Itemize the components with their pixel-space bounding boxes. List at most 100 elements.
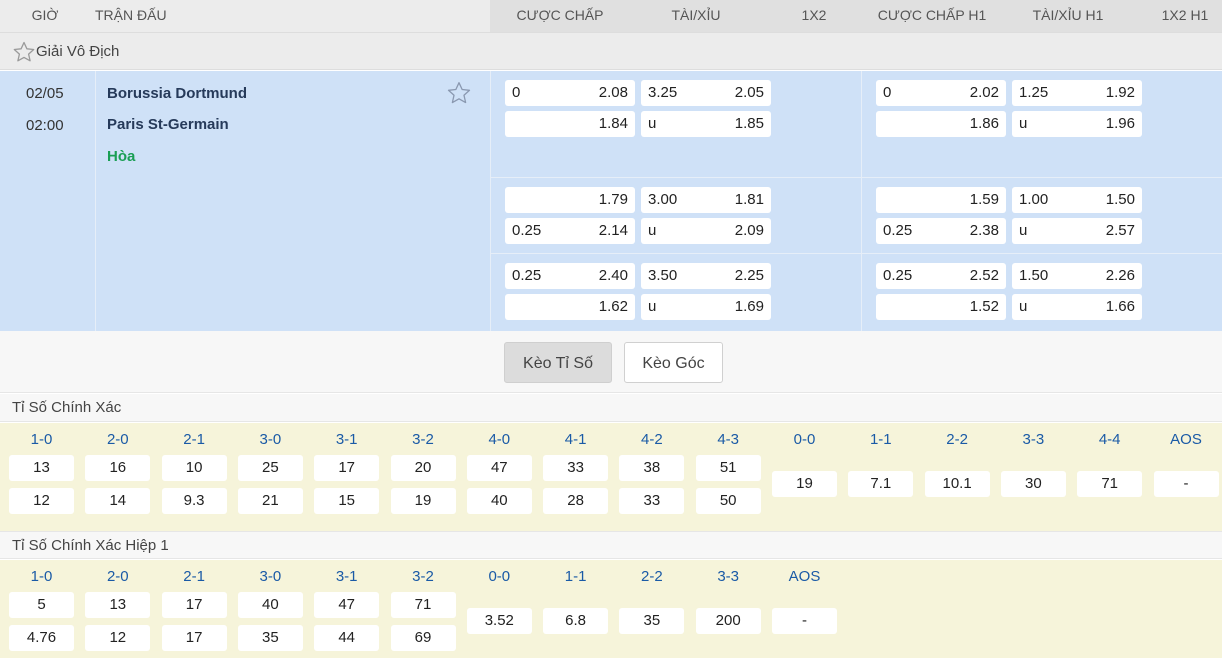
section-title: Tỉ Số Chính Xác bbox=[12, 399, 122, 416]
market-tabs: Kèo Tỉ Số Kèo Góc bbox=[0, 331, 1222, 393]
score-odds[interactable]: 44 bbox=[314, 625, 380, 651]
star-outline-icon[interactable] bbox=[446, 80, 472, 109]
score-label: 3-1 bbox=[335, 431, 358, 448]
league-row: Giải Vô Địch bbox=[0, 32, 1222, 70]
handicap-h1-odds[interactable]: 1.86 bbox=[876, 111, 1006, 137]
score-odds[interactable]: 50 bbox=[695, 488, 761, 514]
section-title: Tỉ Số Chính Xác Hiệp 1 bbox=[12, 537, 169, 554]
score-label: 4-2 bbox=[641, 431, 663, 448]
over-under-odds[interactable]: u 2.09 bbox=[641, 218, 771, 244]
score-odds[interactable]: 5 bbox=[9, 592, 74, 618]
score-odds[interactable]: 3.52 bbox=[466, 608, 532, 634]
over-under-h1-odds[interactable]: u 1.66 bbox=[1012, 294, 1142, 320]
over-under-h1-odds[interactable]: 1.25 1.92 bbox=[1012, 80, 1142, 106]
away-team[interactable]: Paris St-Germain bbox=[107, 116, 229, 133]
header-over-under-h1: TÀI/XỈU H1 bbox=[1032, 7, 1104, 23]
score-odds[interactable]: 33 bbox=[543, 455, 609, 481]
handicap-h1-odds[interactable]: 1.52 bbox=[876, 294, 1006, 320]
handicap-h1-odds[interactable]: 0.25 2.38 bbox=[876, 218, 1006, 244]
league-name[interactable]: Giải Vô Địch bbox=[36, 33, 119, 71]
score-odds[interactable]: 10.1 bbox=[924, 471, 990, 497]
handicap-odds[interactable]: 0.25 2.14 bbox=[505, 218, 635, 244]
score-odds[interactable]: 12 bbox=[9, 488, 74, 514]
score-odds[interactable]: 69 bbox=[390, 625, 456, 651]
score-odds[interactable]: 15 bbox=[314, 488, 380, 514]
score-odds[interactable]: 13 bbox=[9, 455, 74, 481]
score-label: 1-1 bbox=[869, 431, 892, 448]
tab-corners[interactable]: Kèo Góc bbox=[624, 342, 723, 383]
score-odds[interactable]: 17 bbox=[161, 625, 227, 651]
score-odds[interactable]: 19 bbox=[390, 488, 456, 514]
header-1x2: 1X2 bbox=[801, 7, 827, 23]
score-label: 2-1 bbox=[183, 568, 205, 585]
over-under-h1-odds[interactable]: u 2.57 bbox=[1012, 218, 1142, 244]
handicap-odds[interactable]: 0 2.08 bbox=[505, 80, 635, 106]
score-odds[interactable]: 71 bbox=[1077, 471, 1143, 497]
handicap-odds[interactable]: 0.25 2.40 bbox=[505, 263, 635, 289]
score-odds[interactable]: 16 bbox=[85, 455, 151, 481]
score-label: 2-1 bbox=[183, 431, 205, 448]
over-under-odds[interactable]: 3.25 2.05 bbox=[641, 80, 771, 106]
score-odds[interactable]: 17 bbox=[161, 592, 227, 618]
score-label: 3-0 bbox=[259, 568, 282, 585]
score-label: 3-0 bbox=[259, 431, 282, 448]
score-odds[interactable]: 17 bbox=[314, 455, 380, 481]
handicap-odds[interactable]: 1.79 bbox=[505, 187, 635, 213]
score-odds[interactable]: 13 bbox=[85, 592, 151, 618]
over-under-h1-odds[interactable]: 1.00 1.50 bbox=[1012, 187, 1142, 213]
score-odds[interactable]: 12 bbox=[85, 625, 151, 651]
score-label: 3-2 bbox=[412, 431, 434, 448]
score-odds[interactable]: - bbox=[772, 608, 837, 634]
over-under-odds[interactable]: u 1.85 bbox=[641, 111, 771, 137]
handicap-odds[interactable]: 1.84 bbox=[505, 111, 635, 137]
score-odds[interactable]: 200 bbox=[695, 608, 761, 634]
correct-score-grid: 1-0 13 12 2-0 16 14 2-1 10 9.3 3-0 25 21 3-1 17 15 3-2 2… bbox=[0, 423, 1222, 531]
handicap-h1-odds[interactable]: 0 2.02 bbox=[876, 80, 1006, 106]
score-odds[interactable]: 25 bbox=[237, 455, 303, 481]
header-match: TRẬN ĐẤU bbox=[95, 7, 167, 23]
score-odds[interactable]: 47 bbox=[466, 455, 532, 481]
score-label: 1-0 bbox=[30, 431, 53, 448]
table-header: GIỜ TRẬN ĐẤU CƯỢC CHẤP TÀI/XỈU 1X2 CƯỢC … bbox=[0, 0, 1222, 32]
score-odds[interactable]: 21 bbox=[237, 488, 303, 514]
score-odds[interactable]: 40 bbox=[237, 592, 303, 618]
score-label: 2-0 bbox=[106, 431, 129, 448]
score-label: 1-0 bbox=[30, 568, 53, 585]
score-odds[interactable]: 4.76 bbox=[9, 625, 74, 651]
score-odds[interactable]: 10 bbox=[161, 455, 227, 481]
star-outline-icon[interactable] bbox=[12, 40, 36, 67]
score-label: 3-3 bbox=[1022, 431, 1045, 448]
score-odds[interactable]: 19 bbox=[772, 471, 837, 497]
score-odds[interactable]: 38 bbox=[619, 455, 685, 481]
score-odds[interactable]: 9.3 bbox=[161, 488, 227, 514]
score-label: 0-0 bbox=[793, 431, 816, 448]
over-under-odds[interactable]: 3.00 1.81 bbox=[641, 187, 771, 213]
score-odds[interactable]: 35 bbox=[237, 625, 303, 651]
over-under-h1-odds[interactable]: 1.50 2.26 bbox=[1012, 263, 1142, 289]
handicap-h1-odds[interactable]: 1.59 bbox=[876, 187, 1006, 213]
score-odds[interactable]: 28 bbox=[543, 488, 609, 514]
score-odds[interactable]: 71 bbox=[390, 592, 456, 618]
over-under-h1-odds[interactable]: u 1.96 bbox=[1012, 111, 1142, 137]
score-odds[interactable]: 7.1 bbox=[848, 471, 914, 497]
section-correct-score-h1: Tỉ Số Chính Xác Hiệp 1 bbox=[0, 531, 1222, 559]
score-odds[interactable]: 47 bbox=[314, 592, 380, 618]
over-under-odds[interactable]: 3.50 2.25 bbox=[641, 263, 771, 289]
score-odds[interactable]: - bbox=[1153, 471, 1219, 497]
score-odds[interactable]: 6.8 bbox=[543, 608, 609, 634]
score-odds[interactable]: 30 bbox=[1000, 471, 1066, 497]
score-label: AOS bbox=[1170, 431, 1202, 448]
over-under-odds[interactable]: u 1.69 bbox=[641, 294, 771, 320]
score-odds[interactable]: 40 bbox=[466, 488, 532, 514]
section-correct-score: Tỉ Số Chính Xác bbox=[0, 394, 1222, 422]
score-odds[interactable]: 14 bbox=[85, 488, 151, 514]
score-odds[interactable]: 35 bbox=[619, 608, 685, 634]
handicap-odds[interactable]: 1.62 bbox=[505, 294, 635, 320]
tab-correct-score[interactable]: Kèo Tỉ Số bbox=[504, 342, 612, 383]
handicap-h1-odds[interactable]: 0.25 2.52 bbox=[876, 263, 1006, 289]
score-odds[interactable]: 33 bbox=[619, 488, 685, 514]
score-odds[interactable]: 20 bbox=[390, 455, 456, 481]
score-odds[interactable]: 51 bbox=[695, 455, 761, 481]
home-team[interactable]: Borussia Dortmund bbox=[107, 85, 247, 102]
score-label: 3-1 bbox=[335, 568, 358, 585]
